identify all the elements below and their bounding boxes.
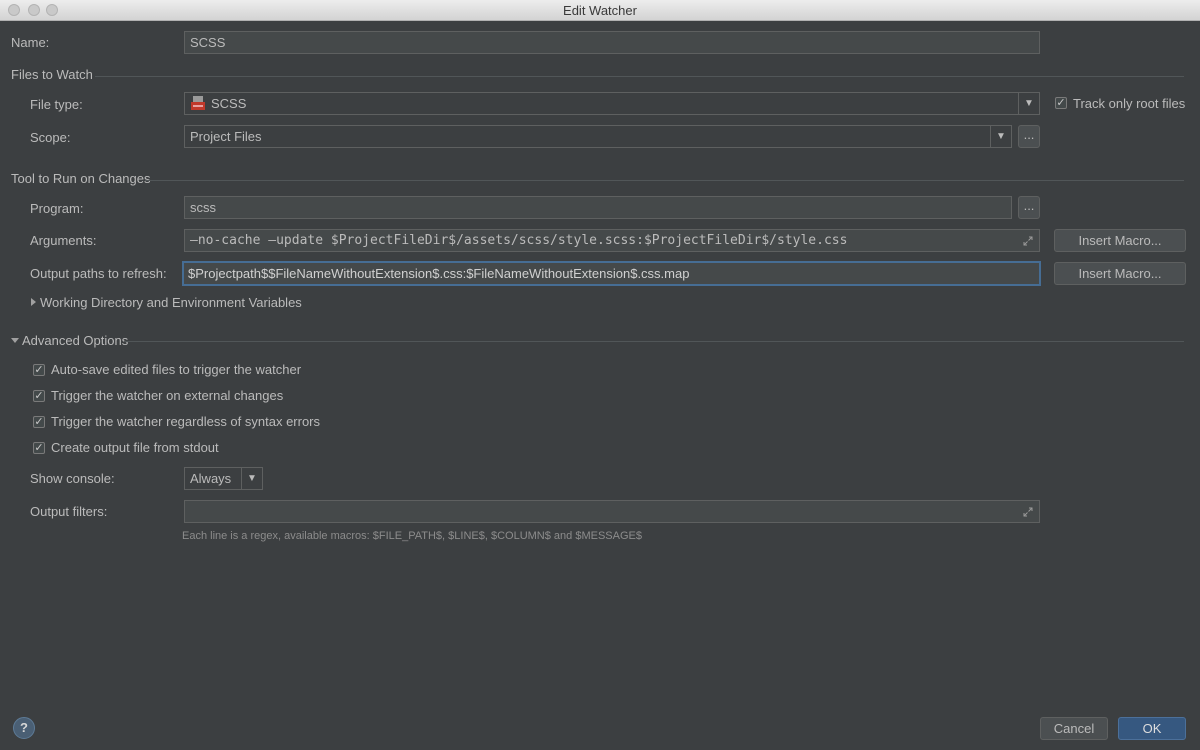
option-label: Create output file from stdout xyxy=(51,440,219,455)
scss-file-icon xyxy=(191,96,205,110)
program-browse-button[interactable]: ... xyxy=(1018,196,1040,219)
option-label: Trigger the watcher on external changes xyxy=(51,388,284,403)
tool-heading: Tool to Run on Changes xyxy=(11,171,151,186)
chevron-down-icon[interactable]: ▼ xyxy=(990,126,1011,147)
scope-browse-button[interactable]: ... xyxy=(1018,125,1040,148)
output-filters-label: Output filters: xyxy=(30,504,108,519)
option-checkbox[interactable]: ✓ xyxy=(33,364,45,376)
arguments-value: —no-cache —update $ProjectFileDir$/asset… xyxy=(190,233,848,248)
advanced-options-heading[interactable]: Advanced Options xyxy=(22,333,128,348)
output-filters-input[interactable] xyxy=(184,500,1040,523)
expand-icon[interactable] xyxy=(1023,236,1033,246)
show-console-dropdown[interactable]: Always ▼ xyxy=(184,467,263,490)
chevron-down-icon[interactable]: ▼ xyxy=(1018,93,1039,114)
window-title: Edit Watcher xyxy=(563,3,637,18)
arguments-input[interactable]: —no-cache —update $ProjectFileDir$/asset… xyxy=(184,229,1040,252)
section-divider xyxy=(145,180,1184,181)
title-bar: Edit Watcher xyxy=(0,0,1200,21)
file-type-label: File type: xyxy=(30,97,83,112)
scope-dropdown[interactable]: Project Files ▼ xyxy=(184,125,1012,148)
arguments-label: Arguments: xyxy=(30,233,97,248)
option-label: Trigger the watcher regardless of syntax… xyxy=(51,414,321,429)
cancel-button[interactable]: Cancel xyxy=(1040,717,1108,740)
file-type-dropdown[interactable]: SCSS ▼ xyxy=(184,92,1040,115)
scope-label: Scope: xyxy=(30,130,71,145)
output-filters-hint: Each line is a regex, available macros: … xyxy=(182,530,642,542)
files-to-watch-heading: Files to Watch xyxy=(11,67,93,82)
output-paths-label: Output paths to refresh: xyxy=(30,266,167,281)
ok-button[interactable]: OK xyxy=(1118,717,1186,740)
option-checkbox[interactable]: ✓ xyxy=(33,442,45,454)
file-type-value: SCSS xyxy=(211,96,247,111)
program-input[interactable]: scss xyxy=(184,196,1012,219)
show-console-label: Show console: xyxy=(30,471,115,486)
chevron-down-icon[interactable]: ▼ xyxy=(241,468,262,489)
working-dir-toggle[interactable]: Working Directory and Environment Variab… xyxy=(40,295,302,310)
name-label: Name: xyxy=(11,35,50,50)
scope-value: Project Files xyxy=(190,129,262,144)
output-paths-input[interactable]: $Projectpath$$FileNameWithoutExtension$.… xyxy=(182,261,1041,286)
show-console-value: Always xyxy=(190,471,232,486)
collapse-arrow-icon[interactable] xyxy=(11,338,19,343)
option-label: Auto-save edited files to trigger the wa… xyxy=(51,362,302,377)
section-divider xyxy=(95,76,1184,77)
insert-macro-button[interactable]: Insert Macro... xyxy=(1054,229,1186,252)
program-label: Program: xyxy=(30,201,84,216)
track-root-label: Track only root files xyxy=(1073,96,1186,111)
insert-macro-button[interactable]: Insert Macro... xyxy=(1054,262,1186,285)
track-root-checkbox[interactable]: ✓ xyxy=(1055,97,1067,109)
expand-arrow-icon[interactable] xyxy=(31,298,36,306)
expand-icon[interactable] xyxy=(1023,507,1033,517)
section-divider xyxy=(124,341,1184,342)
name-input[interactable]: SCSS xyxy=(184,31,1040,54)
help-button[interactable]: ? xyxy=(13,717,35,739)
option-checkbox[interactable]: ✓ xyxy=(33,416,45,428)
option-checkbox[interactable]: ✓ xyxy=(33,390,45,402)
